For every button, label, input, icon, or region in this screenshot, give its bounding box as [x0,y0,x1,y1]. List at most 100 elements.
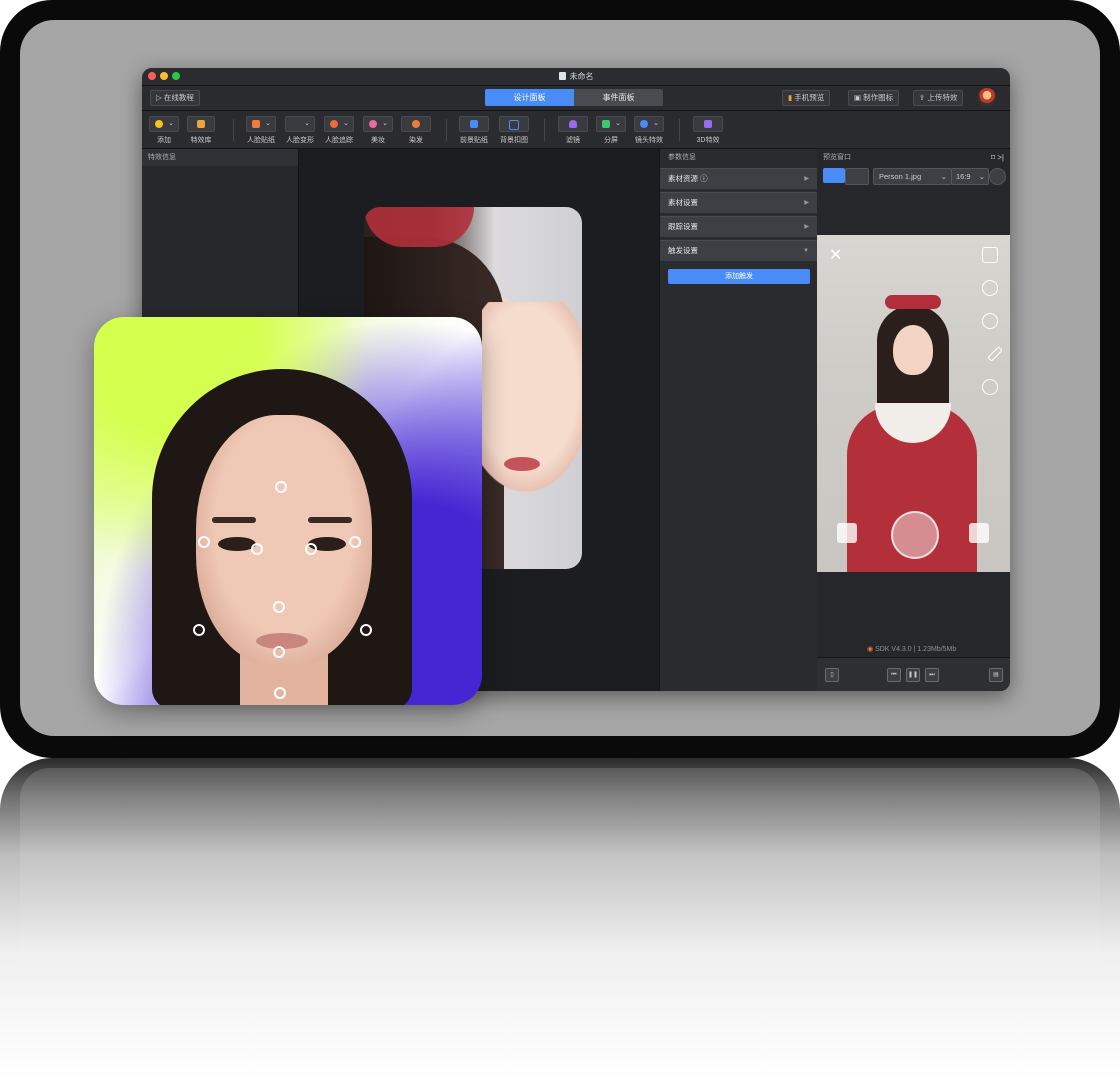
tool-lens-effect[interactable]: ⌄ 镜头特效 [634,116,664,145]
ratio-select-value: 16:9 [956,172,971,181]
timer-icon[interactable] [982,280,998,296]
chevron-down-icon: ⌄ [304,120,310,127]
chevron-down-icon: ⌄ [653,120,659,127]
gallery-button[interactable] [837,523,857,543]
pen-icon[interactable] [987,346,1003,362]
split-screen-icon: ⌄ [596,116,626,132]
refresh-icon[interactable] [989,168,1006,185]
landmark-right-eye-outer [349,536,361,548]
hair-dye-glyph [412,120,420,128]
chevron-down-icon: ⌄ [978,172,985,181]
play-icon: ▷ [156,93,164,102]
landmark-forehead [275,481,287,493]
effect-info-header: 特效信息 [142,149,298,166]
crop-collapse-icon[interactable]: ⌑ >| [991,149,1004,166]
tab-event-panel[interactable]: 事件面板 [574,89,663,106]
chevron-down-icon: ▼ [803,248,809,254]
tool-add[interactable]: ⌄ 添加 [149,116,179,145]
close-icon[interactable]: ✕ [829,245,842,265]
stopwatch-icon[interactable] [982,379,998,395]
section-material-resources[interactable]: 素材资源 ⓘ ▶ [660,168,817,189]
tool-library[interactable]: 特效库 [187,116,215,145]
upload-label: 上传特效 [927,93,958,102]
foreground-sticker-glyph [470,120,478,128]
tab-design-panel[interactable]: 设计面板 [485,89,574,106]
record-button[interactable] [891,511,939,559]
tool-background-matting[interactable]: 背景扣图 [499,116,529,145]
library-icon-glyph [197,120,205,128]
background-matting-icon [499,116,529,132]
tool-face-sticker[interactable]: ⌄ 人脸贴纸 [246,116,276,145]
3d-effect-glyph [704,120,712,128]
preview-panel: 预览窗口 ⌑ >| Person 1.jpg ⌄ 16:9 ⌄ ✕ ◉ SDK … [817,149,1010,691]
preview-header: 预览窗口 ⌑ >| [817,149,1010,166]
tool-face-deform[interactable]: ⌄ 人脸变形 [285,116,315,145]
makeup-icon: ⌄ [363,116,393,132]
person-mode-icon[interactable] [823,168,845,183]
tool-hair-dye[interactable]: 染发 [401,116,431,145]
effects-button[interactable] [969,523,989,543]
sdk-text: SDK V4.3.0 | 1.23Mb/5Mb [875,646,957,653]
pause-icon[interactable]: ❚❚ [906,668,920,682]
parameter-header: 参数信息 [668,154,696,161]
tool-face-track[interactable]: ⌄ 人脸追踪 [324,116,354,145]
ratio-select[interactable]: 16:9 ⌄ [951,168,989,185]
tool-face-deform-label: 人脸变形 [286,137,314,144]
face-landmark-card [94,317,482,705]
add-icon-glyph [155,120,163,128]
split-screen-glyph [602,120,610,128]
image-select[interactable]: Person 1.jpg ⌄ [873,168,952,185]
photo-lips [504,457,540,471]
landmark-left-cheek [193,624,205,636]
chevron-right-icon: ▶ [804,224,809,230]
make-icon-button[interactable]: ▣ 制作图标 [848,90,900,106]
chevron-down-icon: ⌄ [168,120,174,127]
section-label: 素材资源 ⓘ [668,174,708,183]
location-icon[interactable] [845,168,869,185]
hair-dye-icon [401,116,431,132]
previous-icon[interactable]: ⏮ [887,668,901,682]
document-icon [558,72,566,80]
tool-split-screen[interactable]: ⌄ 分屏 [596,116,626,145]
card-right-brow [308,517,352,523]
parameter-panel: 参数信息 素材资源 ⓘ ▶ 素材设置 ▶ 跟踪设置 ▶ 触发设置 ▼ 添加触发 [659,149,818,691]
beauty-icon[interactable] [982,313,998,329]
card-left-brow [212,517,256,523]
tool-lens-effect-label: 镜头特效 [635,137,663,144]
avatar[interactable] [978,88,996,106]
section-tracking-settings[interactable]: 跟踪设置 ▶ [660,216,817,237]
tool-library-label: 特效库 [190,137,212,144]
section-material-settings[interactable]: 素材设置 ▶ [660,192,817,213]
tool-filter[interactable]: 滤镜 [558,116,588,145]
face-sticker-icon: ⌄ [246,116,276,132]
add-trigger-button[interactable]: 添加触发 [668,269,810,284]
tool-add-label: 添加 [157,137,171,144]
makeup-glyph [369,120,377,128]
make-icon-label: 制作图标 [863,93,894,102]
library-icon [187,116,215,132]
tool-background-matting-label: 背景扣图 [500,137,528,144]
window-title-text: 未命名 [569,72,594,81]
phone-preview-button[interactable]: ▮ 手机预览 [782,90,831,106]
foreground-sticker-icon [459,116,489,132]
tutorial-button[interactable]: ▷ 在线教程 [150,90,200,106]
tool-hair-dye-label: 染发 [409,137,423,144]
chevron-down-icon: ⌄ [265,120,271,127]
tool-makeup[interactable]: ⌄ 美妆 [363,116,393,145]
sdk-icon: ◉ [867,646,876,653]
toolbar-divider [233,119,234,141]
sdk-status: ◉ SDK V4.3.0 | 1.23Mb/5Mb [867,645,956,653]
tool-3d-effect[interactable]: 3D特效 [693,116,723,145]
section-trigger-settings[interactable]: 触发设置 ▼ [660,240,817,261]
switch-camera-icon[interactable] [982,247,998,263]
upload-effect-button[interactable]: ⇪ 上传特效 [913,90,964,106]
export-icon[interactable]: ▤ [989,668,1003,682]
next-icon[interactable]: ⏭ [925,668,939,682]
preview-playback-bar: ▯ ⏮ ❚❚ ⏭ ▤ [817,657,1010,691]
phone-icon[interactable]: ▯ [825,668,839,682]
preview-face [893,325,933,375]
face-track-glyph [330,120,338,128]
tool-foreground-sticker[interactable]: 前景贴纸 [459,116,489,145]
landmark-left-eye-outer [198,536,210,548]
chevron-down-icon: ⌄ [615,120,621,127]
